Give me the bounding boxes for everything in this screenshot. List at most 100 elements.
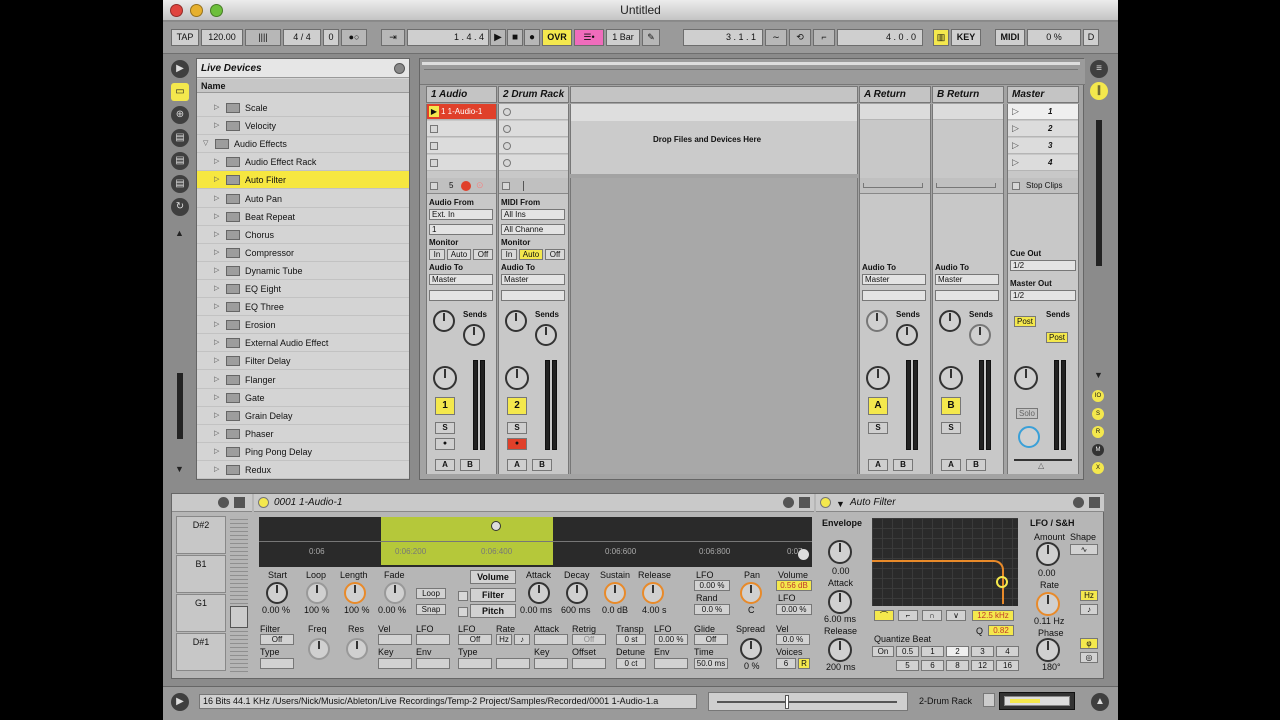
crossfade-b-button-2[interactable]: B	[532, 459, 552, 471]
filter-cutoff-handle[interactable]	[996, 576, 1008, 588]
device-overview[interactable]	[999, 692, 1075, 710]
quantize-value-button[interactable]: 6	[921, 660, 944, 671]
env-release-knob[interactable]	[828, 638, 852, 662]
volume-lfo-value[interactable]: 0.00 %	[776, 604, 812, 615]
notch-filter-icon[interactable]: ∨	[946, 610, 966, 621]
lfo-amount-knob[interactable]	[1036, 542, 1060, 566]
loop-start-field[interactable]: 3 . 1 . 1	[683, 29, 763, 46]
expand-icon[interactable]: ▷	[214, 371, 219, 389]
session-view-icon[interactable]: ≡	[1090, 60, 1108, 78]
scene-launch[interactable]: ▷ 2	[1008, 121, 1078, 137]
session-scrollbar[interactable]	[1096, 120, 1102, 266]
pan-knob-a[interactable]	[866, 366, 890, 390]
filter-graph[interactable]	[872, 518, 1018, 606]
browser-item[interactable]: ▷ EQ Three	[197, 298, 409, 317]
cue-volume-knob[interactable]	[1018, 426, 1040, 448]
nudge-icon[interactable]: ||||	[245, 29, 281, 46]
clip-options-icon[interactable]	[783, 497, 794, 508]
midi-from-select[interactable]: All Ins	[501, 209, 565, 220]
fade-knob[interactable]	[384, 582, 406, 604]
file-browser-3-icon[interactable]: ▤	[171, 175, 189, 193]
expand-icon[interactable]: ▷	[214, 298, 219, 316]
time-signature-field[interactable]: 4 / 4	[283, 29, 321, 46]
expand-icon[interactable]: ▷	[214, 171, 219, 189]
clip-slot-1-4[interactable]	[427, 155, 496, 171]
release-knob[interactable]	[642, 582, 664, 604]
record-icon[interactable]: ●	[524, 29, 540, 46]
expand-icon[interactable]: ▷	[214, 244, 219, 262]
send-a-knob-a[interactable]	[866, 310, 888, 332]
audio-to-channel-select-b[interactable]	[935, 290, 999, 301]
arm-record-icon[interactable]	[461, 181, 471, 191]
arm-button-2[interactable]: ●	[507, 438, 527, 450]
scene-play-icon[interactable]: ▷	[1012, 157, 1019, 168]
drum-pad[interactable]: D#2	[176, 516, 226, 554]
pitch-tab[interactable]: Pitch	[470, 604, 516, 618]
spin-mode-icon[interactable]: ◎	[1080, 652, 1098, 663]
expand-icon[interactable]: ▷	[214, 389, 219, 407]
punch-in-icon[interactable]: ∼	[765, 29, 787, 46]
file-browser-1-icon[interactable]: ▤	[171, 129, 189, 147]
session-record-icon[interactable]: ☰•	[574, 29, 604, 46]
clip-slot-2-1[interactable]	[499, 104, 568, 120]
stop-all-clips-row[interactable]: Stop Clips	[1008, 178, 1078, 194]
filter-envelope-toggle[interactable]	[458, 591, 468, 601]
midi-channel-select[interactable]: All Channe	[501, 224, 565, 235]
scroll-down-icon[interactable]: ▼	[175, 464, 184, 474]
expand-icon[interactable]: ▷	[214, 352, 219, 370]
quantize-value-button[interactable]: 1	[921, 646, 944, 657]
file-browser-2-icon[interactable]: ▤	[171, 152, 189, 170]
minimize-button[interactable]	[190, 4, 203, 17]
start-knob[interactable]	[266, 582, 288, 604]
monitor-auto-button[interactable]: Auto	[447, 249, 471, 260]
audio-from-channel-select[interactable]: 1	[429, 224, 493, 235]
info-view-toggle-icon[interactable]: ▶	[171, 693, 189, 711]
scene-launch[interactable]: ▷ 1	[1008, 104, 1078, 120]
monitor-in-button[interactable]: In	[429, 249, 445, 260]
rand-value[interactable]: 0.0 %	[694, 604, 730, 615]
quantize-value-button[interactable]: 16	[996, 660, 1019, 671]
metronome-icon[interactable]: ●○	[341, 29, 367, 46]
loop-switch-icon[interactable]: ⟲	[789, 29, 811, 46]
glide-time-value[interactable]: 50.0 ms	[694, 658, 728, 669]
track-header-1-audio[interactable]: 1 Audio	[426, 86, 497, 103]
browser-options-icon[interactable]	[394, 63, 405, 74]
post-button-b[interactable]: Post	[1046, 332, 1068, 343]
options-icon[interactable]	[218, 497, 229, 508]
send-b-knob-2[interactable]	[535, 324, 557, 346]
filter-res-knob[interactable]	[346, 638, 368, 660]
track-header-a-return[interactable]: A Return	[859, 86, 931, 103]
quantize-on-button[interactable]: On	[872, 646, 894, 657]
expand-icon[interactable]: ▷	[214, 316, 219, 334]
crossfade-b-button[interactable]: B	[460, 459, 480, 471]
clip-save-icon[interactable]	[799, 497, 810, 508]
solo-button[interactable]: S	[435, 422, 455, 434]
stop-button[interactable]	[430, 182, 438, 190]
expand-icon[interactable]: ▷	[214, 461, 219, 479]
overdub-button[interactable]: OVR	[542, 29, 572, 46]
highpass-filter-icon[interactable]: ⌐	[898, 610, 918, 621]
q-value[interactable]: 0.82	[988, 625, 1014, 636]
voices-select[interactable]: 6	[776, 658, 796, 669]
filter-tab[interactable]: Filter	[470, 588, 516, 602]
audio-to-select-2[interactable]: Master	[501, 274, 565, 285]
pad-view-selector[interactable]	[230, 606, 248, 628]
vel-value[interactable]: 0.0 %	[776, 634, 810, 645]
crossfader-handle[interactable]: △	[1038, 461, 1044, 470]
retrig-toggle[interactable]: Off	[572, 634, 606, 645]
lfo-rate-knob[interactable]	[1036, 592, 1060, 616]
lfo-sync-icon[interactable]: ♪	[514, 634, 530, 645]
expand-icon[interactable]: ▷	[214, 153, 219, 171]
browser-item[interactable]: ▷ Auto Pan	[197, 190, 409, 208]
scene-play-icon[interactable]: ▷	[1012, 123, 1019, 134]
length-knob[interactable]	[344, 582, 366, 604]
expand-icon[interactable]: ▷	[214, 407, 219, 425]
audio-to-channel-select-2[interactable]	[501, 290, 565, 301]
expand-icon[interactable]: ▷	[214, 262, 219, 280]
browser-item[interactable]: ▷ Erosion	[197, 316, 409, 335]
filter-lfo-box[interactable]	[416, 634, 450, 645]
scroll-down-icon-right[interactable]: ▼	[1094, 370, 1103, 380]
filter-vel-box[interactable]	[378, 634, 412, 645]
hotswap-icon[interactable]: ↻	[171, 198, 189, 216]
audio-to-select[interactable]: Master	[429, 274, 493, 285]
